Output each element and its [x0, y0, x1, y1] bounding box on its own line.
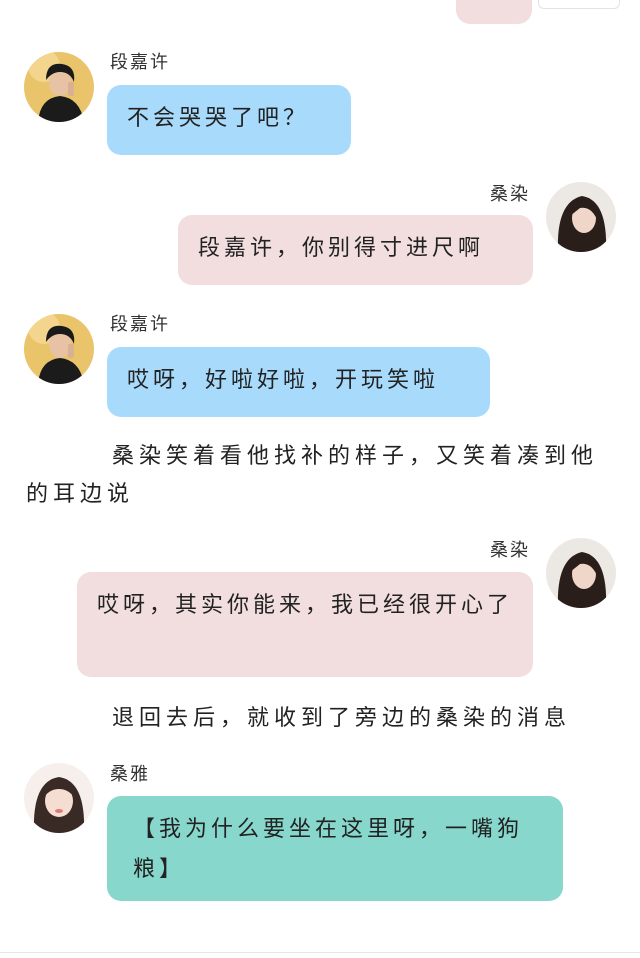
message-bubble[interactable]: 哎呀，其实你能来，我已经很开心了 — [77, 572, 533, 677]
male-avatar-icon — [24, 52, 94, 122]
message-bubble[interactable]: 【我为什么要坐在这里呀，一嘴狗粮】 — [107, 796, 563, 901]
female-avatar-icon — [546, 538, 616, 608]
male-avatar-icon — [24, 314, 94, 384]
avatar-sang-ran[interactable] — [546, 538, 616, 608]
sender-name: 段嘉许 — [110, 314, 170, 335]
avatar-sang-ran[interactable] — [546, 182, 616, 252]
sender-name: 桑染 — [490, 540, 530, 561]
previous-message-bubble-fragment — [456, 0, 532, 24]
sender-name: 桑染 — [490, 184, 530, 205]
narration-text: 退回去后，就收到了旁边的桑染的消息 — [112, 706, 572, 731]
avatar-duan-jiaxu[interactable] — [24, 314, 94, 384]
sender-name: 桑雅 — [110, 764, 150, 785]
previous-element-fragment — [538, 0, 620, 9]
female-avatar-icon — [546, 182, 616, 252]
sender-name: 段嘉许 — [110, 52, 170, 73]
avatar-duan-jiaxu[interactable] — [24, 52, 94, 122]
message-bubble[interactable]: 哎呀，好啦好啦，开玩笑啦 — [107, 347, 490, 417]
message-bubble[interactable]: 不会哭哭了吧？ — [107, 85, 351, 155]
avatar-sang-ya[interactable] — [24, 763, 94, 833]
message-bubble[interactable]: 段嘉许，你别得寸进尺啊 — [178, 215, 533, 285]
bottom-divider — [0, 952, 640, 953]
female-avatar-icon — [24, 763, 94, 833]
narration-text: 桑染笑着看他找补的样子，又笑着凑到他的耳边说 — [26, 444, 599, 507]
